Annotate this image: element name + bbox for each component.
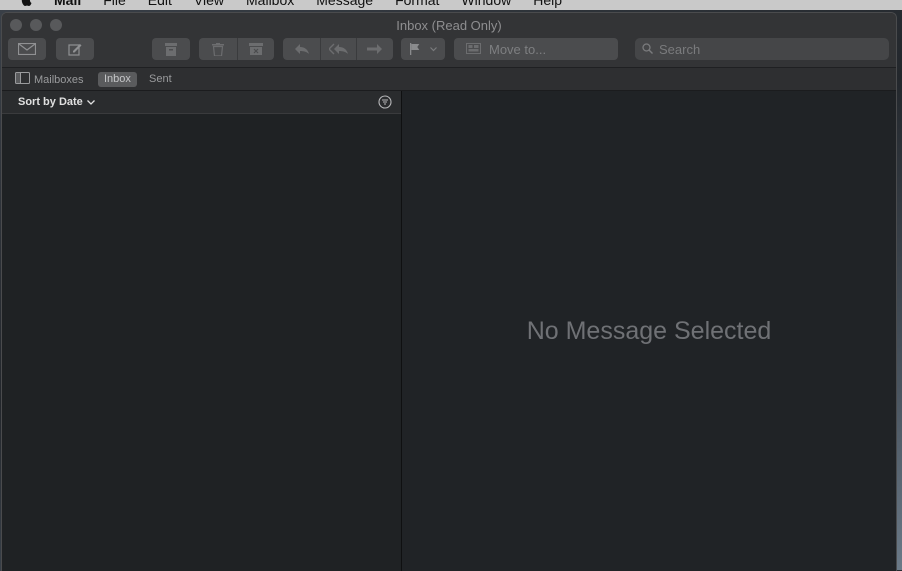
move-to-label: Move to... bbox=[489, 41, 547, 57]
menu-message[interactable]: Message bbox=[316, 0, 373, 8]
filter-button[interactable] bbox=[378, 95, 392, 112]
reply-icon bbox=[294, 43, 310, 55]
flag-button[interactable] bbox=[401, 38, 445, 60]
reply-all-icon bbox=[328, 43, 349, 55]
search-field[interactable]: Search bbox=[635, 38, 889, 60]
archive-icon bbox=[165, 42, 177, 56]
trash-icon bbox=[212, 42, 224, 56]
chevron-down-icon bbox=[86, 96, 95, 108]
sort-bar: Sort by Date bbox=[2, 91, 401, 114]
compose-icon bbox=[68, 42, 82, 56]
menu-format[interactable]: Format bbox=[395, 0, 439, 8]
archive-button[interactable] bbox=[152, 38, 190, 60]
menu-view[interactable]: View bbox=[194, 0, 224, 8]
content-panes: Sort by Date No Message Selected bbox=[2, 91, 896, 571]
junk-button[interactable] bbox=[238, 38, 274, 60]
move-to-icon bbox=[466, 42, 481, 57]
message-viewer-pane: No Message Selected bbox=[402, 91, 896, 571]
title-bar[interactable]: Inbox (Read Only) bbox=[2, 13, 896, 37]
menu-edit[interactable]: Edit bbox=[148, 0, 172, 8]
toolbar: Move to... Search bbox=[2, 37, 896, 68]
sidebar-icon bbox=[15, 72, 30, 87]
menu-file[interactable]: File bbox=[103, 0, 126, 8]
chevron-down-icon bbox=[429, 46, 437, 52]
envelope-icon bbox=[18, 43, 36, 55]
search-icon bbox=[642, 42, 653, 57]
menu-window[interactable]: Window bbox=[461, 0, 511, 8]
move-to-button[interactable]: Move to... bbox=[454, 38, 618, 60]
apple-icon[interactable] bbox=[20, 0, 34, 7]
delete-button[interactable] bbox=[199, 38, 237, 60]
mail-window: Inbox (Read Only) Move to... Search Mail… bbox=[1, 12, 897, 571]
favorites-bar: Mailboxes Inbox Sent bbox=[2, 68, 896, 91]
flag-icon bbox=[409, 43, 420, 55]
get-mail-button[interactable] bbox=[8, 38, 46, 60]
menu-mailbox[interactable]: Mailbox bbox=[246, 0, 294, 8]
junk-icon bbox=[249, 43, 263, 55]
no-message-selected-text: No Message Selected bbox=[526, 317, 772, 345]
sort-menu[interactable]: Sort by Date bbox=[18, 96, 95, 108]
menu-bar: Mail File Edit View Mailbox Message Form… bbox=[0, 0, 902, 10]
sort-label: Sort by Date bbox=[18, 96, 83, 108]
menu-help[interactable]: Help bbox=[533, 0, 562, 8]
forward-button[interactable] bbox=[357, 38, 393, 60]
window-title: Inbox (Read Only) bbox=[396, 18, 502, 33]
mailboxes-toggle[interactable]: Mailboxes bbox=[15, 72, 84, 87]
compose-button[interactable] bbox=[56, 38, 94, 60]
message-list-pane[interactable]: Sort by Date bbox=[2, 91, 402, 571]
favorite-inbox[interactable]: Inbox bbox=[98, 72, 137, 87]
search-placeholder: Search bbox=[659, 41, 701, 57]
filter-icon bbox=[378, 95, 392, 112]
reply-all-button[interactable] bbox=[321, 38, 356, 60]
favorite-sent[interactable]: Sent bbox=[149, 73, 172, 85]
reply-button[interactable] bbox=[283, 38, 320, 60]
forward-arrow-icon bbox=[367, 43, 383, 55]
mailboxes-label: Mailboxes bbox=[34, 73, 84, 86]
menu-app-name[interactable]: Mail bbox=[54, 0, 81, 8]
